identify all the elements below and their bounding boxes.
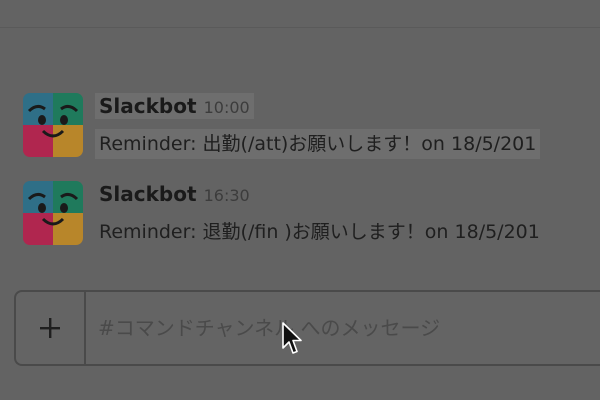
message-header: Slackbot 16:30 xyxy=(95,181,254,207)
add-attachment-button[interactable] xyxy=(16,292,86,364)
slackbot-avatar-icon[interactable] xyxy=(23,93,83,157)
slack-channel-view: Slackbot 10:00 Reminder: 出勤(/att)お願いします！… xyxy=(0,0,600,400)
slackbot-avatar-icon[interactable] xyxy=(23,181,83,245)
mouse-pointer-icon xyxy=(282,322,304,356)
message-timestamp[interactable]: 16:30 xyxy=(204,186,250,205)
top-divider xyxy=(0,27,600,28)
message-item[interactable]: Slackbot 10:00 Reminder: 出勤(/att)お願いします！… xyxy=(23,93,600,163)
message-text: Reminder: 退勤(/fin )お願いします！on 18/5/201 xyxy=(99,221,540,243)
message-text: Reminder: 出勤(/att)お願いします！on 18/5/201 xyxy=(95,129,541,159)
sender-name[interactable]: Slackbot xyxy=(99,94,197,118)
message-input[interactable]: #コマンドチャンネル へのメッセージ xyxy=(98,292,440,364)
message-header: Slackbot 10:00 xyxy=(95,93,254,119)
message-item[interactable]: Slackbot 16:30 Reminder: 退勤(/fin )お願いします… xyxy=(23,181,600,251)
message-timestamp[interactable]: 10:00 xyxy=(204,98,250,117)
message-composer: #コマンドチャンネル へのメッセージ xyxy=(14,290,600,366)
plus-icon xyxy=(40,318,60,338)
sender-name[interactable]: Slackbot xyxy=(99,182,197,206)
